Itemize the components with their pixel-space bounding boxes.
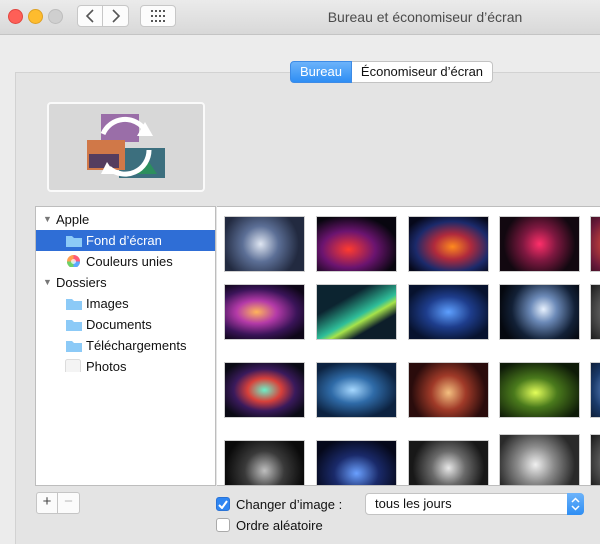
sidebar-item-label: Fond d’écran bbox=[86, 233, 162, 248]
wallpaper-thumbnail[interactable] bbox=[408, 284, 489, 340]
folder-icon bbox=[66, 299, 82, 310]
wallpaper-thumbnail[interactable] bbox=[224, 362, 305, 418]
random-order-label: Ordre aléatoire bbox=[236, 517, 323, 533]
minimize-window-button[interactable] bbox=[28, 9, 43, 24]
desktop-preview bbox=[47, 102, 205, 192]
popup-arrows-icon bbox=[567, 493, 584, 515]
random-order-checkbox[interactable] bbox=[216, 518, 230, 532]
wallpaper-thumbnail[interactable] bbox=[590, 284, 600, 340]
photos-icon bbox=[65, 359, 81, 372]
grid-icon bbox=[151, 10, 165, 22]
wallpaper-thumbnail[interactable] bbox=[499, 284, 580, 340]
tab-bureau[interactable]: Bureau bbox=[290, 61, 352, 83]
sidebar-item-fond-ecran[interactable]: Fond d’écran bbox=[36, 230, 215, 251]
wallpaper-thumbnail[interactable] bbox=[316, 284, 397, 340]
wallpaper-thumbnail[interactable] bbox=[224, 216, 305, 272]
wallpaper-thumbnail[interactable] bbox=[499, 362, 580, 418]
disclosure-triangle-icon[interactable]: ▼ bbox=[43, 272, 52, 293]
chevron-left-icon bbox=[85, 9, 94, 23]
sidebar-item-label: Images bbox=[86, 296, 129, 311]
change-picture-row: Changer d’image : bbox=[216, 495, 342, 513]
wallpaper-thumbnail[interactable] bbox=[316, 440, 397, 485]
close-window-button[interactable] bbox=[8, 9, 23, 24]
wallpaper-thumbnail[interactable] bbox=[408, 440, 489, 485]
sidebar-item-photos[interactable]: Photos bbox=[36, 356, 215, 377]
folder-icon bbox=[66, 236, 82, 247]
chevron-right-icon bbox=[111, 9, 120, 23]
change-picture-checkbox[interactable] bbox=[216, 497, 230, 511]
wallpaper-thumbnail[interactable] bbox=[316, 362, 397, 418]
sidebar-item-images[interactable]: Images bbox=[36, 293, 215, 314]
wallpaper-thumbnail[interactable] bbox=[590, 434, 600, 485]
folder-icon bbox=[66, 320, 82, 331]
sidebar-item-telechargements[interactable]: Téléchargements bbox=[36, 335, 215, 356]
change-interval-value: tous les jours bbox=[375, 496, 452, 511]
forward-button[interactable] bbox=[103, 5, 129, 27]
window-title: Bureau et économiseur d’écran bbox=[327, 9, 523, 25]
sidebar-item-documents[interactable]: Documents bbox=[36, 314, 215, 335]
wallpaper-thumbnail[interactable] bbox=[590, 362, 600, 418]
sidebar-item-label: Photos bbox=[86, 359, 127, 374]
sidebar-group-dossiers[interactable]: ▼ Dossiers bbox=[36, 272, 215, 293]
change-picture-label: Changer d’image : bbox=[236, 496, 343, 512]
sidebar-item-label: Couleurs unies bbox=[86, 254, 173, 269]
wallpaper-thumbnail[interactable] bbox=[499, 216, 580, 272]
tab-screen-saver[interactable]: Économiseur d’écran bbox=[351, 61, 494, 83]
title-bar: Bureau et économiseur d’écran bbox=[0, 0, 600, 35]
show-all-button[interactable] bbox=[140, 5, 176, 27]
wallpaper-thumbnail[interactable] bbox=[316, 216, 397, 272]
wallpaper-thumbnail[interactable] bbox=[408, 216, 489, 272]
wallpaper-grid bbox=[217, 206, 600, 486]
checkmark-icon bbox=[218, 499, 228, 509]
remove-folder-button[interactable]: − bbox=[58, 492, 80, 514]
disclosure-triangle-icon[interactable]: ▼ bbox=[43, 209, 52, 230]
change-interval-select[interactable]: tous les jours bbox=[365, 493, 584, 515]
sidebar-item-label: Téléchargements bbox=[86, 338, 187, 353]
wallpaper-thumbnail[interactable] bbox=[499, 434, 580, 485]
folder-icon bbox=[66, 341, 82, 352]
wallpaper-thumbnail[interactable] bbox=[224, 284, 305, 340]
sidebar-item-couleurs-unies[interactable]: Couleurs unies bbox=[36, 251, 215, 272]
wallpaper-thumbnail[interactable] bbox=[224, 440, 305, 485]
zoom-window-button[interactable] bbox=[48, 9, 63, 24]
sidebar-group-label: Apple bbox=[56, 212, 90, 227]
random-order-row: Ordre aléatoire bbox=[216, 516, 323, 534]
source-list: ▼ Apple Fond d’écran Couleurs unies ▼ Do… bbox=[35, 206, 216, 486]
sidebar-group-apple[interactable]: ▼ Apple bbox=[36, 209, 215, 230]
sidebar-group-label: Dossiers bbox=[56, 275, 107, 290]
back-button[interactable] bbox=[77, 5, 103, 27]
dynamic-wallpaper-cycle-icon bbox=[87, 114, 165, 178]
add-folder-button[interactable]: + bbox=[36, 492, 58, 514]
sidebar-item-label: Documents bbox=[86, 317, 152, 332]
wallpaper-thumbnail[interactable] bbox=[590, 216, 600, 272]
color-wheel-icon bbox=[67, 255, 80, 267]
wallpaper-thumbnail[interactable] bbox=[408, 362, 489, 418]
tab-bar: Bureau Économiseur d’écran bbox=[290, 61, 494, 83]
